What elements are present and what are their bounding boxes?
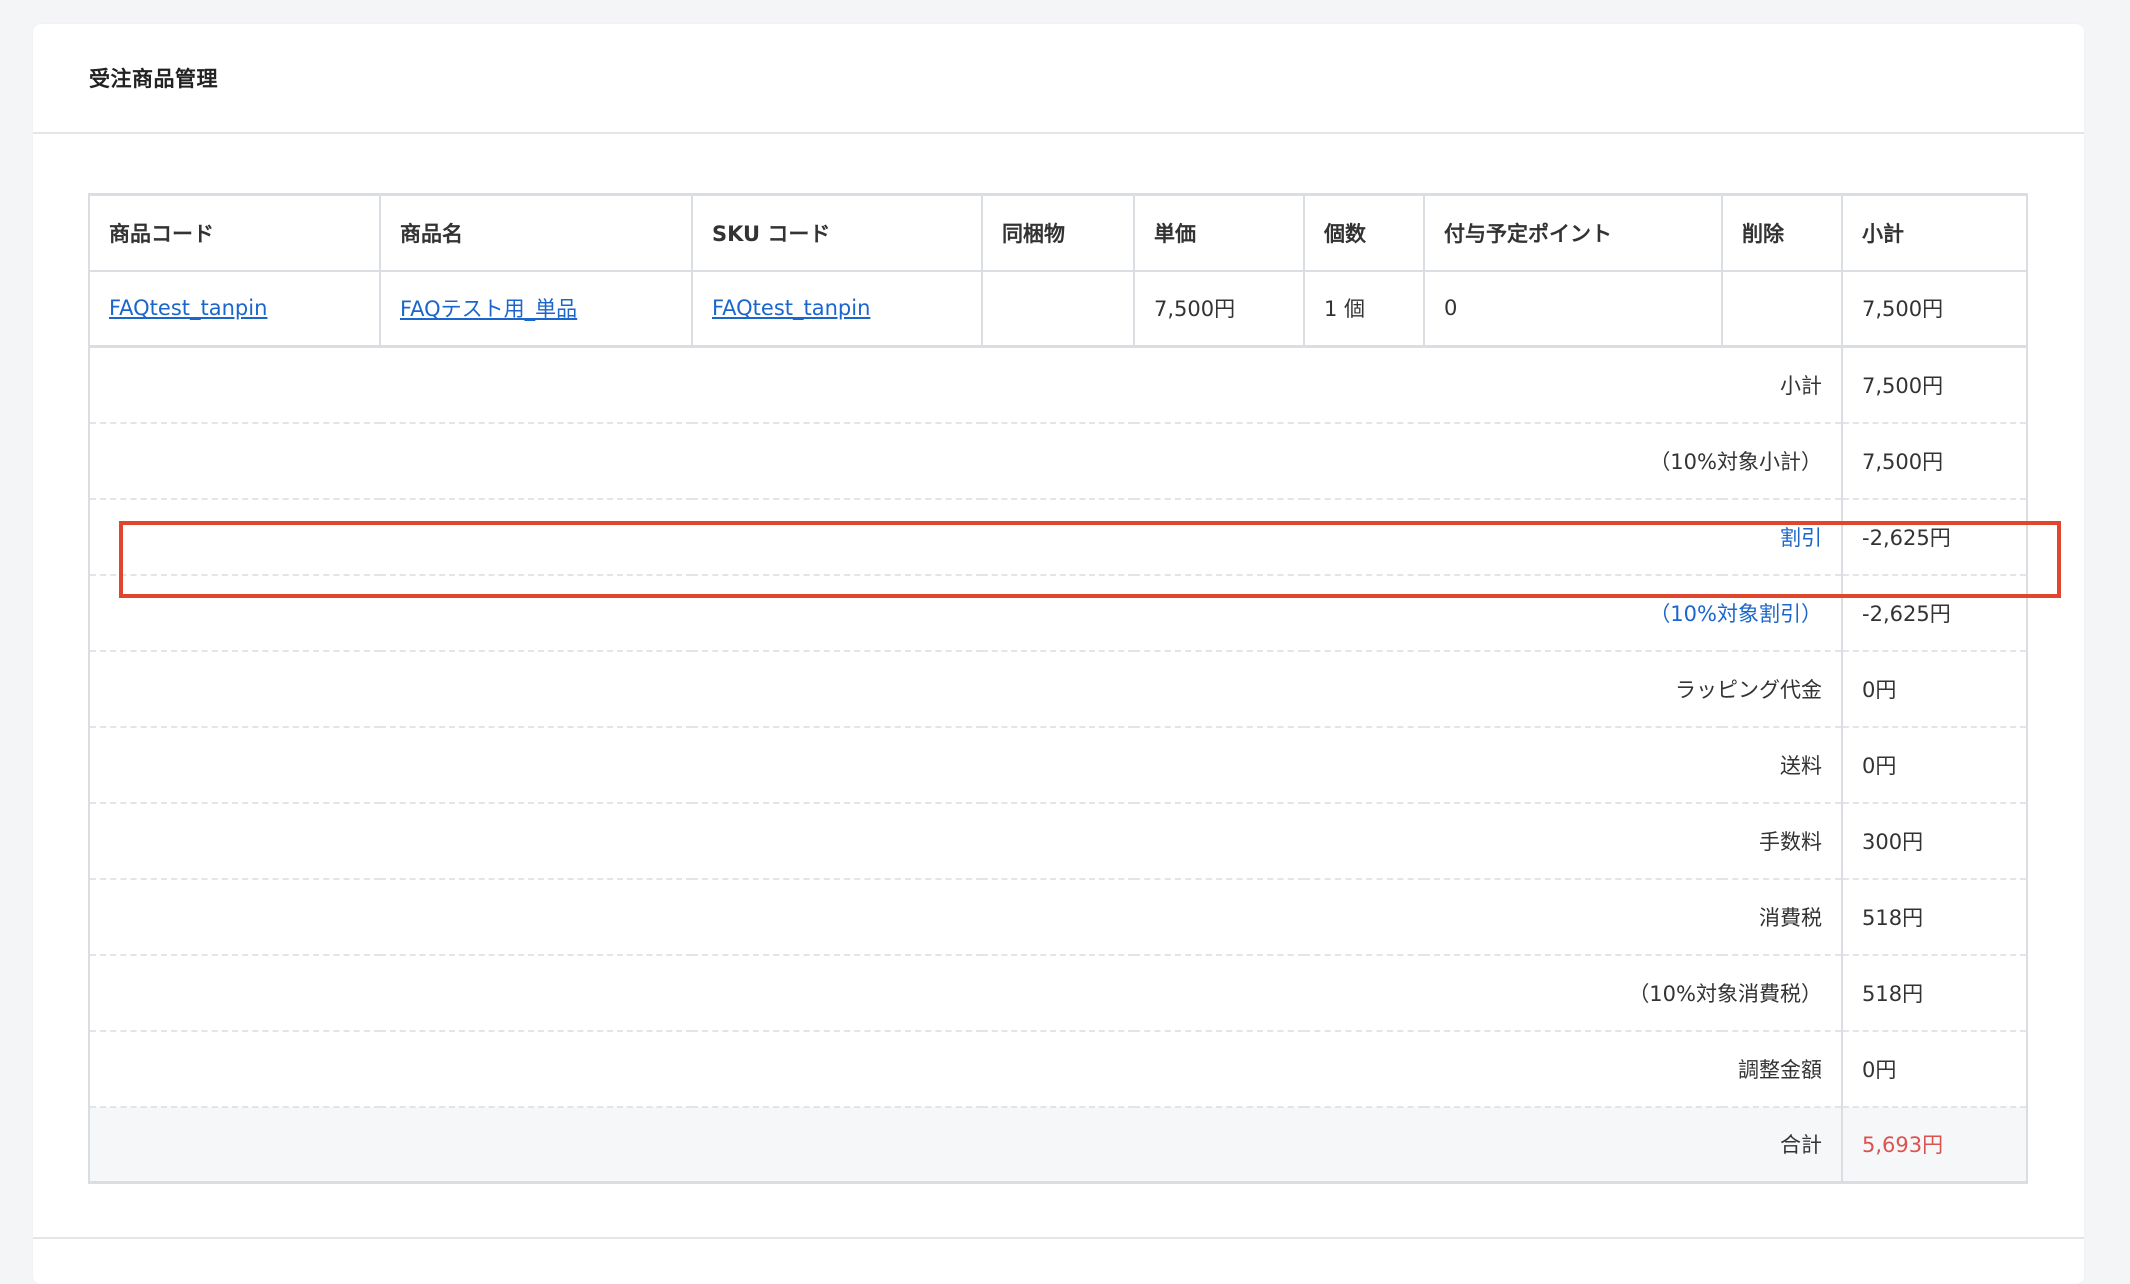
summary-label-tax-10: （10%対象消費税） — [88, 954, 1843, 1032]
row-subtotal-cell: 7,500円 — [1841, 269, 2028, 348]
summary-row-adjustment: 調整金額 0円 — [88, 1030, 2028, 1108]
panel-header: 受注商品管理 — [33, 24, 2084, 134]
summary-label-shipping: 送料 — [88, 726, 1843, 804]
panel-body: 商品コード 商品名 SKU コード 同梱物 単価 個数 付与予定ポイント 削除 … — [33, 134, 2084, 1184]
summary-value-fee: 300円 — [1842, 802, 2028, 880]
summary-value-total: 5,693円 — [1842, 1106, 2028, 1184]
column-header-bundle: 同梱物 — [981, 193, 1135, 272]
summary-value-adjustment: 0円 — [1842, 1030, 2028, 1108]
column-header-product-name: 商品名 — [379, 193, 693, 272]
unit-price-cell: 7,500円 — [1133, 269, 1305, 348]
product-name-link[interactable]: FAQテスト用_単品 — [400, 297, 577, 321]
summary-row-tax: 消費税 518円 — [88, 878, 2028, 956]
sku-code-link[interactable]: FAQtest_tanpin — [712, 296, 870, 320]
order-items-table: 商品コード 商品名 SKU コード 同梱物 単価 個数 付与予定ポイント 削除 … — [88, 193, 2028, 1184]
section-divider — [33, 1237, 2084, 1239]
column-header-quantity: 個数 — [1303, 193, 1425, 272]
column-header-points: 付与予定ポイント — [1423, 193, 1723, 272]
column-header-delete: 削除 — [1721, 193, 1843, 272]
column-header-unit-price: 単価 — [1133, 193, 1305, 272]
product-code-link[interactable]: FAQtest_tanpin — [109, 296, 267, 320]
summary-label-subtotal: 小計 — [88, 346, 1843, 424]
summary-label-fee: 手数料 — [88, 802, 1843, 880]
bundle-cell — [981, 269, 1135, 348]
summary-row-tax-10: （10%対象消費税） 518円 — [88, 954, 2028, 1032]
summary-label-tax: 消費税 — [88, 878, 1843, 956]
summary-row-subtotal: 小計 7,500円 — [88, 346, 2028, 424]
summary-row-fee: 手数料 300円 — [88, 802, 2028, 880]
order-items-panel: 受注商品管理 商品コード 商品名 SKU コード 同梱物 単価 個数 付与予定ポ… — [33, 24, 2084, 1284]
summary-label-discount-10-cell: （10%対象割引） — [88, 574, 1843, 652]
summary-value-tax: 518円 — [1842, 878, 2028, 956]
product-code-cell: FAQtest_tanpin — [88, 269, 381, 348]
column-header-sku-code: SKU コード — [691, 193, 983, 272]
summary-value-discount: -2,625円 — [1842, 498, 2028, 576]
summary-label-adjustment: 調整金額 — [88, 1030, 1843, 1108]
summary-value-discount-10: -2,625円 — [1842, 574, 2028, 652]
delete-cell — [1721, 269, 1843, 348]
panel-title: 受注商品管理 — [89, 67, 218, 91]
summary-value-subtotal-10: 7,500円 — [1842, 422, 2028, 500]
table-row: FAQtest_tanpin FAQテスト用_単品 FAQtest_tanpin… — [88, 269, 2028, 348]
sku-code-cell: FAQtest_tanpin — [691, 269, 983, 348]
column-header-subtotal: 小計 — [1841, 193, 2028, 272]
summary-row-discount: 割引 -2,625円 — [88, 498, 2028, 576]
product-name-cell: FAQテスト用_単品 — [379, 269, 693, 348]
summary-value-tax-10: 518円 — [1842, 954, 2028, 1032]
summary-row-total: 合計 5,693円 — [88, 1106, 2028, 1184]
points-cell: 0 — [1423, 269, 1723, 348]
summary-row-shipping: 送料 0円 — [88, 726, 2028, 804]
summary-row-subtotal-10: （10%対象小計） 7,500円 — [88, 422, 2028, 500]
column-header-product-code: 商品コード — [88, 193, 381, 272]
summary-row-wrapping: ラッピング代金 0円 — [88, 650, 2028, 728]
discount-link[interactable]: 割引 — [1780, 526, 1822, 550]
quantity-cell: 1 個 — [1303, 269, 1425, 348]
summary-value-wrapping: 0円 — [1842, 650, 2028, 728]
summary-row-discount-10: （10%対象割引） -2,625円 — [88, 574, 2028, 652]
summary-value-shipping: 0円 — [1842, 726, 2028, 804]
table-header-row: 商品コード 商品名 SKU コード 同梱物 単価 個数 付与予定ポイント 削除 … — [88, 193, 2028, 272]
summary-label-subtotal-10: （10%対象小計） — [88, 422, 1843, 500]
summary-label-total: 合計 — [88, 1106, 1843, 1184]
discount-10-link[interactable]: （10%対象割引） — [1649, 602, 1822, 626]
summary-label-wrapping: ラッピング代金 — [88, 650, 1843, 728]
summary-value-subtotal: 7,500円 — [1842, 346, 2028, 424]
summary-label-discount-cell: 割引 — [88, 498, 1843, 576]
